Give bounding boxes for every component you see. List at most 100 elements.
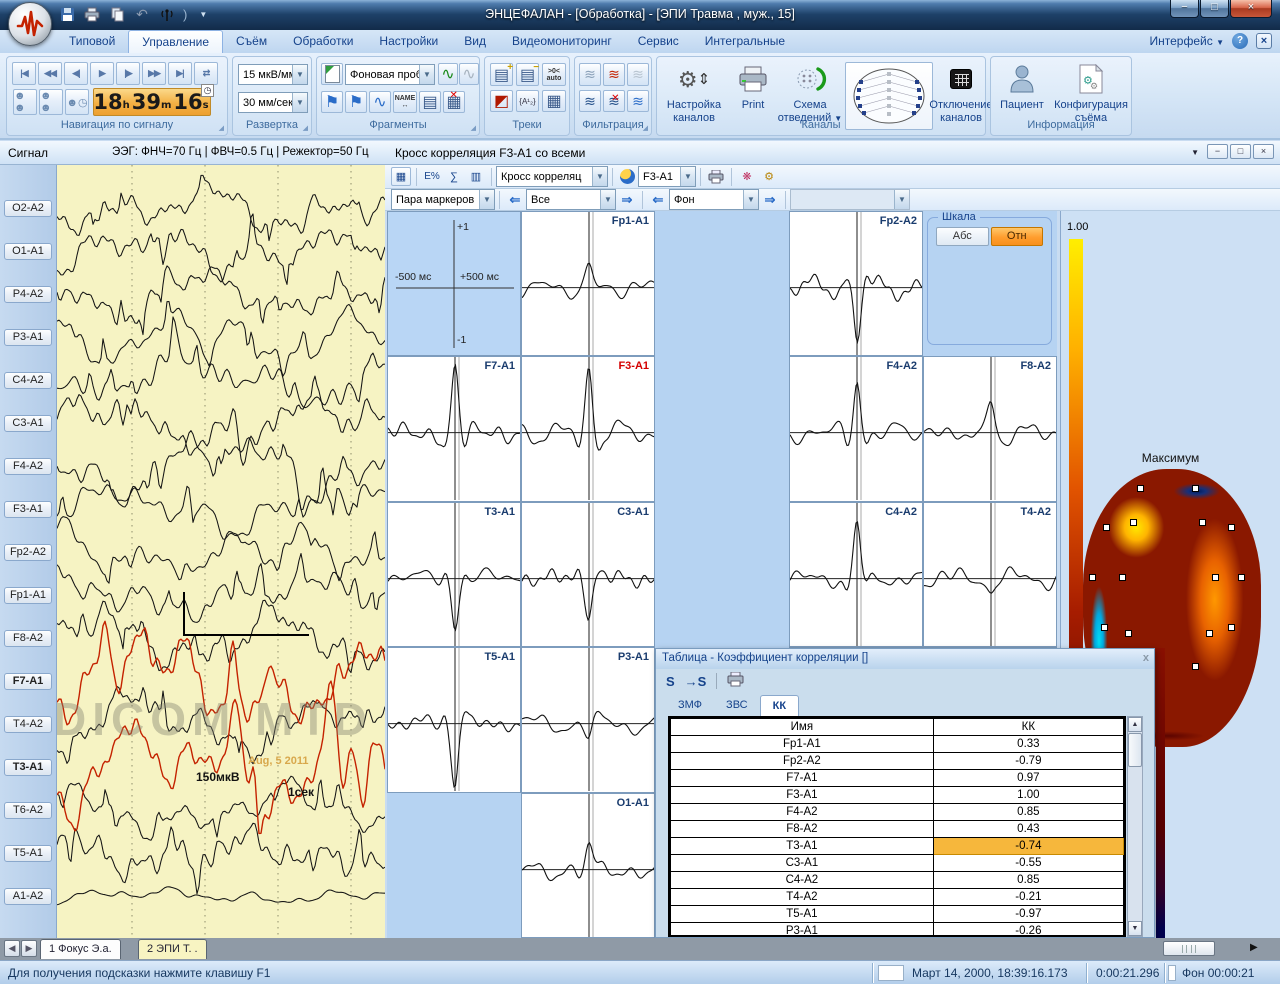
table-row[interactable]: P3-A1 -0.26 [670, 922, 1124, 935]
export-s-button[interactable]: →S [685, 674, 707, 689]
corr-plot-C4-A2[interactable]: C4-A2 [789, 501, 924, 649]
corr-plot-C3-A1[interactable]: C3-A1 [521, 501, 656, 649]
acquisition-config-button[interactable]: ⚙ ⚙ Конфигурация съёма [1051, 61, 1131, 125]
nav-fast-forward-button[interactable]: ▶▶ [142, 62, 166, 85]
track-add-icon[interactable]: ▤ + [490, 62, 513, 86]
corr-plot-F8-A2[interactable]: F8-A2 [923, 356, 1058, 503]
channel-button-F4-A2[interactable]: F4-A2 [4, 458, 52, 475]
chevron-down-icon[interactable]: ▼ [292, 65, 307, 84]
filter-low-icon[interactable]: ≋ [579, 63, 601, 86]
table-close-icon[interactable]: x [1143, 652, 1149, 664]
speed-combo[interactable]: 30 мм/сек ▼ [238, 92, 308, 113]
nav-step-back-button[interactable]: ◀| [64, 62, 88, 85]
status-splitter[interactable] [1168, 965, 1176, 981]
minimize-button[interactable]: − [1170, 0, 1199, 18]
corr-plot-T3-A1[interactable]: T3-A1 [387, 501, 522, 649]
table-row[interactable]: F7-A1 0.97 [670, 769, 1124, 787]
table-tab-ЗВС[interactable]: ЗВС [714, 695, 760, 716]
corr-plot-P3-A1[interactable]: P3-A1 [521, 647, 656, 794]
reference-channel-combo[interactable]: F3-A1 ▼ [638, 166, 696, 187]
channel-button-F3-A1[interactable]: F3-A1 [4, 501, 52, 518]
channel-button-T5-A1[interactable]: T5-A1 [4, 845, 52, 862]
filter-notch-icon[interactable]: ≋ [627, 63, 649, 86]
range-combo[interactable]: Все ▼ [526, 189, 616, 210]
table-row[interactable]: T5-A1 -0.97 [670, 905, 1124, 923]
fragment-wave-icon[interactable]: ∿ [369, 91, 391, 113]
table-row[interactable]: Fp1-A1 0.33 [670, 735, 1124, 753]
panel-menu-chevron-icon[interactable]: ▼ [1191, 148, 1199, 159]
channel-button-F8-A2[interactable]: F8-A2 [4, 630, 52, 647]
track-auto-zero-icon[interactable]: >0< auto [542, 63, 566, 86]
save-s-button[interactable]: S [666, 674, 675, 689]
scroll-down-icon[interactable]: ▼ [1128, 921, 1142, 936]
menu-tab-Сервис[interactable]: Сервис [625, 30, 692, 53]
channel-button-P4-A2[interactable]: P4-A2 [4, 286, 52, 303]
menu-tab-Вид[interactable]: Вид [451, 30, 499, 53]
menu-tab-Управление[interactable]: Управление [128, 30, 224, 53]
filter-off-icon[interactable]: ≋ ✕ [603, 90, 625, 112]
fragment-prev-icon[interactable]: ⇐ [648, 190, 668, 209]
channel-button-C4-A2[interactable]: C4-A2 [4, 372, 52, 389]
marker-pair-combo[interactable]: Пара маркеров ▼ [391, 189, 495, 210]
scale-absolute-button[interactable]: Абс [936, 227, 989, 246]
channel-button-O1-A1[interactable]: O1-A1 [4, 243, 52, 260]
channel-setup-button[interactable]: ⚙ ⇕ Настройка каналов [661, 61, 727, 125]
table-row[interactable]: F4-A2 0.85 [670, 803, 1124, 821]
dialog-launcher-icon[interactable]: ◢ [303, 124, 308, 132]
panel-close-button[interactable]: × [1253, 144, 1274, 159]
scale-relative-button[interactable]: Отн [990, 227, 1043, 246]
chevron-down-icon[interactable]: ▼ [600, 190, 615, 209]
table-view-icon[interactable]: ▦ [391, 167, 411, 186]
fragment-table-icon[interactable]: ▤ [419, 91, 441, 113]
nav-last-button[interactable]: ▶| [168, 62, 192, 85]
table-row[interactable]: F3-A1 1.00 [670, 786, 1124, 804]
channel-button-C3-A1[interactable]: C3-A1 [4, 415, 52, 432]
patient-time-icon[interactable]: ☻◷ [65, 89, 89, 115]
table-row[interactable]: Fp2-A2 -0.79 [670, 752, 1124, 770]
map-settings-icon[interactable]: ❋ [737, 167, 757, 186]
menu-tab-Съём[interactable]: Съём [223, 30, 280, 53]
table-row[interactable]: T4-A2 -0.21 [670, 888, 1124, 906]
chevron-down-icon[interactable]: ▼ [680, 167, 695, 186]
range-prev-icon[interactable]: ⇐ [505, 190, 525, 209]
track-reference-icon[interactable]: {A¹₂} [516, 90, 539, 112]
menu-tab-Обработки[interactable]: Обработки [280, 30, 366, 53]
menu-tab-Интегральные[interactable]: Интегральные [692, 30, 798, 53]
epoch-percent-icon[interactable]: Е% [422, 167, 442, 186]
fragment-next-icon[interactable]: ∿ [459, 63, 479, 85]
fragment-new-icon[interactable] [321, 63, 343, 85]
patient-marker-icon[interactable]: ☻☻ [13, 89, 37, 115]
chevron-down-icon[interactable]: ▼ [419, 65, 434, 84]
table-tab-КК[interactable]: КК [759, 695, 800, 716]
filter-custom-icon[interactable]: ≋ [627, 90, 649, 112]
dialog-launcher-icon[interactable]: ◢ [219, 124, 224, 132]
dialog-launcher-icon[interactable]: ◢ [471, 124, 476, 132]
range-next-icon[interactable]: ⇒ [617, 190, 637, 209]
gain-combo[interactable]: 15 мкВ/мм ▼ [238, 64, 308, 85]
panel-maximize-button[interactable]: □ [1230, 144, 1251, 159]
table-row[interactable]: C3-A1 -0.55 [670, 854, 1124, 872]
channel-button-P3-A1[interactable]: P3-A1 [4, 329, 52, 346]
track-invert-icon[interactable]: ◩ [490, 90, 513, 112]
channel-button-A1-A2[interactable]: A1-A2 [4, 888, 52, 905]
montage-scheme-button[interactable]: Схема отведений ▼ [777, 61, 843, 125]
panel-minimize-button[interactable]: − [1207, 144, 1228, 159]
fragment-delete-icon[interactable]: ▦ ✕ [443, 90, 465, 113]
close-document-icon[interactable]: × [1256, 33, 1272, 49]
analysis-type-combo[interactable]: Кросс корреляц ▼ [496, 166, 608, 187]
track-remove-icon[interactable]: ▤ − [516, 62, 539, 86]
filter-high-icon[interactable]: ≋ [603, 63, 625, 86]
help-icon[interactable]: ? [1232, 33, 1248, 49]
fragment-select-combo[interactable]: Фон ▼ [669, 189, 759, 210]
chevron-down-icon[interactable]: ▼ [592, 167, 607, 186]
table-tab-ЗМФ[interactable]: ЗМФ [666, 695, 714, 716]
patient-pair-icon[interactable]: ☻☻ [39, 89, 63, 115]
corr-plot-Fp1-A1[interactable]: Fp1-A1 [521, 211, 656, 358]
channel-button-T3-A1[interactable]: T3-A1 [4, 759, 52, 776]
table-row[interactable]: T3-A1 -0.74 [670, 837, 1124, 855]
chevron-down-icon[interactable]: ▼ [743, 190, 758, 209]
globe-icon[interactable] [620, 169, 635, 184]
fragment-tab[interactable]: 2 ЭПИ Т. . [138, 939, 207, 959]
track-montage-icon[interactable]: ▦ [542, 90, 566, 112]
corr-plot-F4-A2[interactable]: F4-A2 [789, 356, 924, 503]
